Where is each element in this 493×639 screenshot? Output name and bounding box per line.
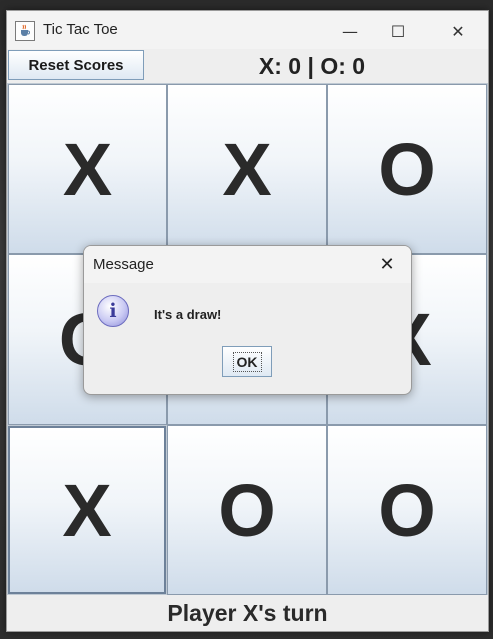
cell-mark: X (222, 127, 272, 211)
cell-mark: O (218, 468, 276, 552)
cell-mark: O (378, 468, 436, 552)
cell-mark: X (62, 127, 113, 211)
board-cell[interactable]: O (327, 84, 487, 254)
cell-mark: O (378, 127, 436, 211)
board-cell[interactable]: X (8, 84, 167, 254)
ok-label: OK (232, 351, 262, 372)
java-cup-icon (15, 21, 35, 41)
minimize-button[interactable]: — (327, 11, 373, 51)
score-label: X: 0 | O: 0 (258, 53, 366, 79)
cell-mark: X (62, 468, 112, 552)
close-button[interactable]: ✕ (435, 11, 481, 51)
maximize-button[interactable]: ☐ (375, 11, 421, 51)
dialog-title-bar: Message ✕ (84, 246, 411, 283)
board-cell[interactable]: X (8, 426, 166, 594)
title-bar: Tic Tac Toe — ☐ ✕ (7, 11, 488, 51)
dialog-title: Message (93, 256, 154, 273)
board-cell[interactable]: X (167, 84, 327, 254)
board-cell[interactable]: O (327, 425, 487, 595)
message-dialog: Message ✕ i It's a draw! OK (83, 245, 412, 395)
toolbar: Reset Scores X: 0 | O: 0 (7, 49, 488, 83)
status-label: Player X's turn (167, 600, 328, 626)
dialog-close-button[interactable]: ✕ (367, 246, 407, 283)
maximize-icon: ☐ (390, 21, 406, 41)
minimize-icon: — (342, 21, 358, 41)
information-icon: i (97, 295, 129, 327)
window-title: Tic Tac Toe (43, 21, 118, 38)
dialog-message: It's a draw! (154, 307, 222, 322)
close-icon: ✕ (451, 21, 465, 41)
board-cell[interactable]: O (167, 425, 327, 595)
ok-button[interactable]: OK (222, 346, 272, 377)
reset-scores-button[interactable]: Reset Scores (8, 50, 144, 80)
close-icon: ✕ (379, 254, 395, 275)
